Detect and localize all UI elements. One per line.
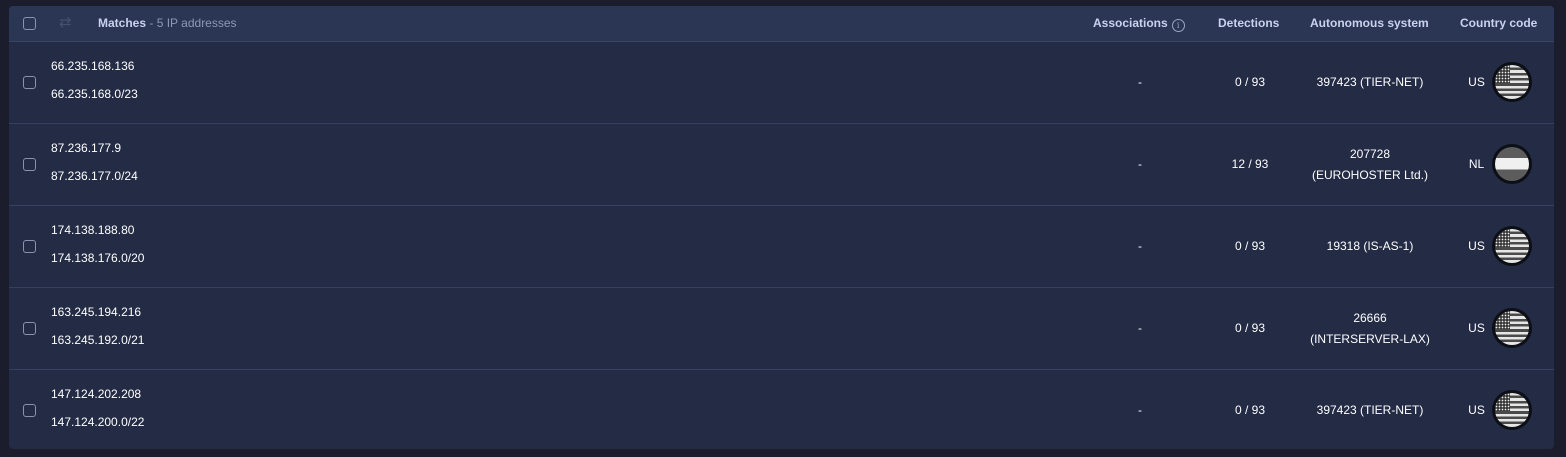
as-line-2: (INTERSERVER-LAX) [1310, 331, 1430, 346]
autonomous-system-value[interactable]: 207728 (EUROHOSTER Ltd.) [1290, 124, 1450, 205]
row-checkbox[interactable] [23, 76, 36, 89]
column-header-detections[interactable]: Detections [1218, 16, 1279, 30]
ip-address-link[interactable]: 163.245.194.216 [51, 305, 141, 319]
as-line-2: (EUROHOSTER Ltd.) [1311, 167, 1428, 182]
us-flag-icon [1492, 62, 1532, 102]
associations-label: Associations [1093, 16, 1168, 30]
matches-count: 5 IP addresses [156, 16, 237, 30]
autonomous-system-value[interactable]: 26666 (INTERSERVER-LAX) [1290, 288, 1450, 369]
row-checkbox[interactable] [23, 240, 36, 253]
associations-value: - [1138, 75, 1142, 89]
network-range-link[interactable]: 87.236.177.0/24 [51, 169, 138, 183]
associations-value: - [1138, 239, 1142, 253]
as-line-1: 397423 (TIER-NET) [1316, 403, 1424, 417]
row-checkbox[interactable] [23, 404, 36, 417]
autonomous-system-value[interactable]: 19318 (IS-AS-1) [1290, 206, 1450, 287]
column-header-associations: Associations i [1093, 16, 1185, 32]
as-line-1: 207728 [1349, 146, 1391, 161]
nl-flag-icon [1492, 144, 1532, 184]
ip-address-link[interactable]: 66.235.168.136 [51, 59, 134, 73]
table-row: 174.138.188.80 174.138.176.0/20 - 0 / 93… [9, 206, 1554, 288]
column-header-autonomous-system[interactable]: Autonomous system [1310, 16, 1429, 30]
swap-arrows-icon[interactable]: ⇄ [59, 15, 72, 30]
as-line-1: 26666 [1353, 310, 1387, 325]
detections-value: 0 / 93 [1234, 239, 1266, 253]
us-flag-icon [1492, 226, 1532, 266]
detections-value: 12 / 93 [1231, 157, 1269, 171]
ip-matches-table: ⇄ Matches - 5 IP addresses Associations i… [9, 6, 1554, 449]
table-row: 163.245.194.216 163.245.192.0/21 - 0 / 9… [9, 288, 1554, 370]
us-flag-icon [1492, 390, 1532, 430]
autonomous-system-value[interactable]: 397423 (TIER-NET) [1290, 370, 1450, 449]
detections-value: 0 / 93 [1234, 75, 1266, 89]
network-range-link[interactable]: 174.138.176.0/20 [51, 251, 144, 265]
row-checkbox[interactable] [23, 322, 36, 335]
row-checkbox[interactable] [23, 158, 36, 171]
matches-label: Matches [98, 16, 147, 30]
table-row: 87.236.177.9 87.236.177.0/24 - 12 / 93 2… [9, 124, 1554, 206]
as-line-1: 397423 (TIER-NET) [1316, 75, 1424, 89]
detections-value: 0 / 93 [1234, 321, 1266, 335]
matches-separator: - [146, 16, 157, 30]
table-row: 147.124.202.208 147.124.200.0/22 - 0 / 9… [9, 370, 1554, 449]
network-range-link[interactable]: 147.124.200.0/22 [51, 415, 144, 429]
table-header: ⇄ Matches - 5 IP addresses Associations i… [9, 6, 1554, 42]
associations-value: - [1138, 157, 1142, 171]
ip-address-link[interactable]: 87.236.177.9 [51, 141, 121, 155]
ip-address-link[interactable]: 174.138.188.80 [51, 223, 134, 237]
associations-value: - [1138, 321, 1142, 335]
column-header-country-code[interactable]: Country code [1460, 16, 1537, 30]
associations-value: - [1138, 403, 1142, 417]
select-all-checkbox[interactable] [23, 17, 36, 30]
autonomous-system-value[interactable]: 397423 (TIER-NET) [1290, 42, 1450, 123]
info-icon[interactable]: i [1171, 19, 1185, 32]
matches-heading: Matches - 5 IP addresses [98, 16, 237, 30]
us-flag-icon [1492, 308, 1532, 348]
table-row: 66.235.168.136 66.235.168.0/23 - 0 / 93 … [9, 42, 1554, 124]
detections-value: 0 / 93 [1234, 403, 1266, 417]
as-line-1: 19318 (IS-AS-1) [1326, 239, 1414, 253]
network-range-link[interactable]: 163.245.192.0/21 [51, 333, 144, 347]
network-range-link[interactable]: 66.235.168.0/23 [51, 87, 138, 101]
ip-address-link[interactable]: 147.124.202.208 [51, 387, 141, 401]
